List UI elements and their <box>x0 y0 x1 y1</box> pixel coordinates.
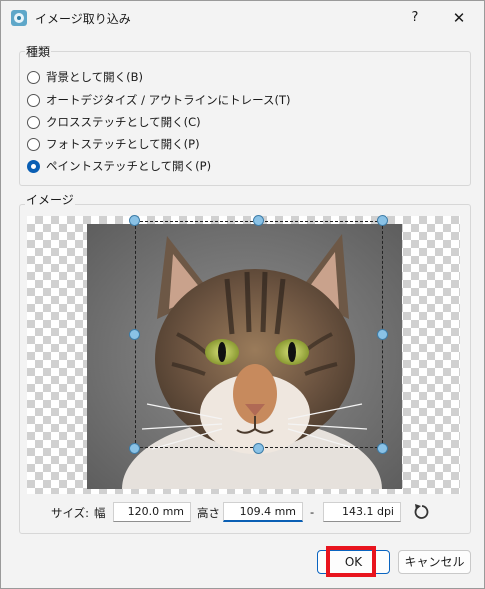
radio-label: オートデジタイズ / アウトラインにトレース(T) <box>46 93 291 107</box>
radio-button[interactable] <box>27 93 40 107</box>
crop-handle-top-center[interactable] <box>253 215 264 226</box>
app-icon <box>11 10 27 26</box>
title-bar: イメージ取り込み ? ✕ <box>1 1 484 35</box>
radio-button[interactable] <box>27 115 40 129</box>
image-group-legend: イメージ <box>25 191 75 208</box>
radio-label: 背景として開く(B) <box>46 70 144 84</box>
radio-button[interactable] <box>27 137 40 151</box>
dpi-field[interactable]: 143.1 dpi <box>323 502 401 522</box>
crop-handle-top-left[interactable] <box>129 215 140 226</box>
crop-frame[interactable] <box>135 221 383 448</box>
radio-auto-digitize[interactable]: オートデジタイズ / アウトラインにトレース(T) <box>27 91 291 109</box>
radio-button[interactable] <box>27 70 40 84</box>
width-label: 幅 <box>94 506 106 520</box>
crop-handle-middle-right[interactable] <box>377 329 388 340</box>
crop-handle-middle-left[interactable] <box>129 329 140 340</box>
radio-cross-stitch[interactable]: クロスステッチとして開く(C) <box>27 113 201 131</box>
height-label: 高さ <box>197 506 220 520</box>
image-preview <box>27 215 460 494</box>
crop-handle-top-right[interactable] <box>377 215 388 226</box>
cancel-button[interactable]: キャンセル <box>398 550 471 574</box>
reset-icon[interactable] <box>411 502 433 522</box>
size-row: サイズ: 幅 120.0 mm 高さ 109.4 mm - 143.1 dpi <box>1 501 484 523</box>
radio-open-as-background[interactable]: 背景として開く(B) <box>27 68 143 86</box>
radio-label: クロスステッチとして開く(C) <box>46 115 201 129</box>
width-field[interactable]: 120.0 mm <box>113 502 191 522</box>
radio-button-selected[interactable] <box>27 159 40 173</box>
crop-handle-bottom-center[interactable] <box>253 443 264 454</box>
ok-button-highlight <box>326 546 376 577</box>
window-title: イメージ取り込み <box>35 12 131 26</box>
crop-handle-bottom-right[interactable] <box>377 443 388 454</box>
help-button[interactable]: ? <box>403 5 427 31</box>
radio-label: フォトステッチとして開く(P) <box>46 137 200 151</box>
crop-handle-bottom-left[interactable] <box>129 443 140 454</box>
height-field[interactable]: 109.4 mm <box>223 502 303 522</box>
close-icon[interactable]: ✕ <box>445 5 473 31</box>
radio-photo-stitch[interactable]: フォトステッチとして開く(P) <box>27 135 200 153</box>
radio-paint-stitch[interactable]: ペイントステッチとして開く(P) <box>27 157 211 175</box>
import-image-dialog: イメージ取り込み ? ✕ 種類 背景として開く(B) オートデジタイズ / アウ… <box>0 0 485 589</box>
size-label: サイズ: <box>51 506 90 520</box>
separator-label: - <box>310 505 315 519</box>
type-group-legend: 種類 <box>25 43 52 60</box>
radio-label: ペイントステッチとして開く(P) <box>46 159 212 173</box>
